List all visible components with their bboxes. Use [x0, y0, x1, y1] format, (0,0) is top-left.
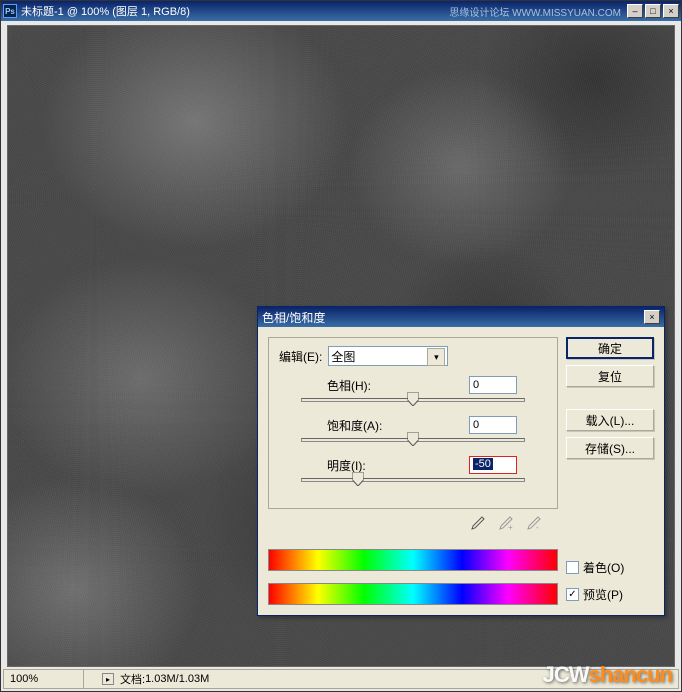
expand-icon[interactable]: ▸	[102, 673, 114, 685]
status-bar: 100% ▸ 文档: 1.03M/1.03M	[3, 669, 679, 689]
edit-select[interactable]: 全图	[328, 346, 448, 366]
minimize-button[interactable]: –	[627, 4, 643, 18]
colorize-checkbox[interactable]	[566, 561, 579, 574]
dialog-right-panel: 确定 复位 载入(L)... 存储(S)... 着色(O) ✓ 预览(P)	[566, 337, 654, 605]
saturation-input[interactable]	[469, 416, 517, 434]
save-button[interactable]: 存储(S)...	[566, 437, 654, 459]
maximize-button[interactable]: □	[645, 4, 661, 18]
lightness-input-wrap[interactable]: -50	[469, 456, 517, 474]
lightness-slider-thumb[interactable]	[352, 472, 363, 486]
document-titlebar[interactable]: Ps 未标题-1 @ 100% (图层 1, RGB/8) 思缘设计论坛 WWW…	[1, 1, 681, 21]
dialog-left-panel: 编辑(E): 全图 色相(H):	[268, 337, 558, 605]
window-controls: – □ ×	[627, 4, 679, 18]
zoom-level[interactable]: 100%	[4, 670, 84, 688]
svg-text:-: -	[536, 523, 539, 532]
edit-select-value: 全图	[331, 348, 355, 365]
hue-saturation-dialog: 色相/饱和度 × 编辑(E): 全图 色相(H):	[257, 306, 665, 616]
dialog-titlebar[interactable]: 色相/饱和度 ×	[258, 307, 664, 327]
hue-label: 色相(H):	[327, 377, 407, 394]
edit-row: 编辑(E): 全图	[279, 346, 547, 366]
titlebar-watermark: 思缘设计论坛 WWW.MISSYUAN.COM	[449, 4, 621, 19]
doc-size-value: 1.03M/1.03M	[145, 673, 209, 685]
document-size: ▸ 文档: 1.03M/1.03M	[84, 671, 209, 687]
eyedropper-tools: + -	[268, 515, 558, 533]
hue-slider[interactable]	[301, 398, 525, 402]
saturation-label: 饱和度(A):	[327, 417, 407, 434]
lightness-row: 明度(I): -50	[279, 456, 547, 482]
document-title: 未标题-1 @ 100% (图层 1, RGB/8)	[21, 3, 449, 19]
dialog-title: 色相/饱和度	[262, 309, 644, 326]
doc-label: 文档:	[120, 671, 145, 687]
hue-bar-top	[268, 549, 558, 571]
eyedropper-plus-icon[interactable]: +	[496, 515, 514, 533]
hue-slider-thumb[interactable]	[408, 392, 419, 406]
load-button[interactable]: 载入(L)...	[566, 409, 654, 431]
dialog-body: 编辑(E): 全图 色相(H):	[258, 327, 664, 615]
ps-icon: Ps	[3, 4, 17, 18]
eyedropper-icon[interactable]	[468, 515, 486, 533]
saturation-slider[interactable]	[301, 438, 525, 442]
lightness-input[interactable]: -50	[473, 458, 493, 470]
reset-button[interactable]: 复位	[566, 365, 654, 387]
close-button[interactable]: ×	[663, 4, 679, 18]
edit-label: 编辑(E):	[279, 348, 322, 365]
dialog-close-button[interactable]: ×	[644, 310, 660, 324]
edit-group: 编辑(E): 全图 色相(H):	[268, 337, 558, 509]
saturation-row: 饱和度(A):	[279, 416, 547, 442]
hue-bar-bottom	[268, 583, 558, 605]
saturation-slider-thumb[interactable]	[408, 432, 419, 446]
hue-row: 色相(H):	[279, 376, 547, 402]
hue-gradient-bars	[268, 541, 558, 605]
ok-button[interactable]: 确定	[566, 337, 654, 359]
colorize-label: 着色(O)	[583, 559, 624, 576]
hue-input[interactable]	[469, 376, 517, 394]
svg-text:+: +	[508, 523, 513, 532]
lightness-label: 明度(I):	[327, 457, 407, 474]
preview-label: 预览(P)	[583, 586, 623, 603]
eyedropper-minus-icon[interactable]: -	[524, 515, 542, 533]
preview-row: ✓ 预览(P)	[566, 586, 654, 603]
lightness-slider[interactable]	[301, 478, 525, 482]
colorize-row: 着色(O)	[566, 559, 654, 576]
preview-checkbox[interactable]: ✓	[566, 588, 579, 601]
